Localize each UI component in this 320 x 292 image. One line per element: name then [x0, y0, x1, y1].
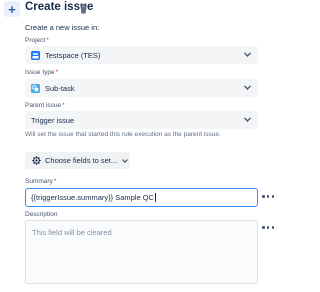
choose-fields-button[interactable]: Choose fields to set... [25, 152, 130, 169]
choose-fields-label: Choose fields to set... [45, 156, 118, 165]
subtask-icon [31, 83, 40, 93]
chevron-down-icon [122, 158, 129, 163]
trash-icon[interactable] [79, 4, 88, 14]
issue-type-label: Issue type* [25, 69, 59, 76]
description-label: Description [25, 211, 58, 218]
parent-issue-label: Parent issue* [25, 102, 65, 109]
add-button[interactable]: + [4, 1, 20, 17]
required-mark: * [62, 102, 65, 109]
summary-value: {{triggerIssue.summary}} Sample QC [31, 193, 154, 202]
project-value: Testspace (TES) [45, 50, 101, 60]
chevron-down-icon [244, 85, 251, 90]
gear-icon [32, 156, 41, 165]
required-mark: * [46, 37, 49, 44]
project-select[interactable]: Testspace (TES) [25, 46, 258, 64]
project-icon [31, 50, 40, 60]
chevron-down-icon [244, 52, 251, 57]
required-mark: * [53, 178, 57, 185]
text-caret [154, 193, 156, 202]
description-placeholder: This field will be cleared [32, 228, 112, 237]
description-textarea[interactable]: This field will be cleared [25, 220, 258, 284]
summary-label: Summary* [25, 178, 57, 185]
parent-issue-value: Trigger issue [31, 115, 75, 125]
issue-type-value: Sub-task [45, 83, 75, 93]
parent-issue-select[interactable]: Trigger issue [25, 111, 258, 129]
project-label: Project* [25, 37, 49, 44]
summary-more-icon[interactable] [262, 195, 274, 199]
summary-input[interactable]: {{triggerIssue.summary}} Sample QC [25, 188, 258, 207]
chevron-down-icon [244, 117, 251, 122]
required-mark: * [55, 69, 59, 76]
description-more-icon[interactable] [262, 226, 274, 230]
parent-issue-helper: Will set the issue that started this rul… [25, 131, 221, 138]
form-subheading: Create a new issue in: [25, 23, 100, 32]
issue-type-select[interactable]: Sub-task [25, 79, 258, 97]
